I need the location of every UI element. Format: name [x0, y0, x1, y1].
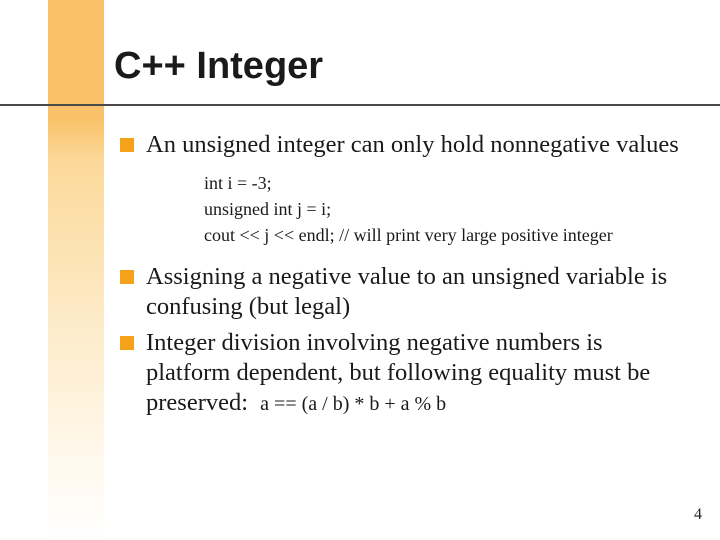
bullet-text: Integer division involving negative numb… [146, 328, 690, 418]
slide-title: C++ Integer [0, 44, 720, 88]
page-number: 4 [694, 506, 702, 524]
bullet-item: An unsigned integer can only hold nonneg… [120, 130, 690, 160]
square-bullet-icon [120, 270, 134, 284]
bullet-text: Assigning a negative value to an unsigne… [146, 262, 690, 322]
bullet-item: Integer division involving negative numb… [120, 328, 690, 418]
code-line: int i = -3; [204, 170, 690, 196]
bullet-item: Assigning a negative value to an unsigne… [120, 262, 690, 322]
code-line: cout << j << endl; // will print very la… [204, 222, 690, 248]
content-area: An unsigned integer can only hold nonneg… [120, 130, 690, 424]
square-bullet-icon [120, 336, 134, 350]
code-block: int i = -3; unsigned int j = i; cout << … [204, 170, 690, 248]
slide: C++ Integer An unsigned integer can only… [0, 0, 720, 540]
equation-text: a == (a / b) * b + a % b [260, 393, 446, 415]
bullet-text: An unsigned integer can only hold nonneg… [146, 130, 690, 160]
code-line: unsigned int j = i; [204, 196, 690, 222]
square-bullet-icon [120, 138, 134, 152]
title-area: C++ Integer [0, 44, 720, 114]
